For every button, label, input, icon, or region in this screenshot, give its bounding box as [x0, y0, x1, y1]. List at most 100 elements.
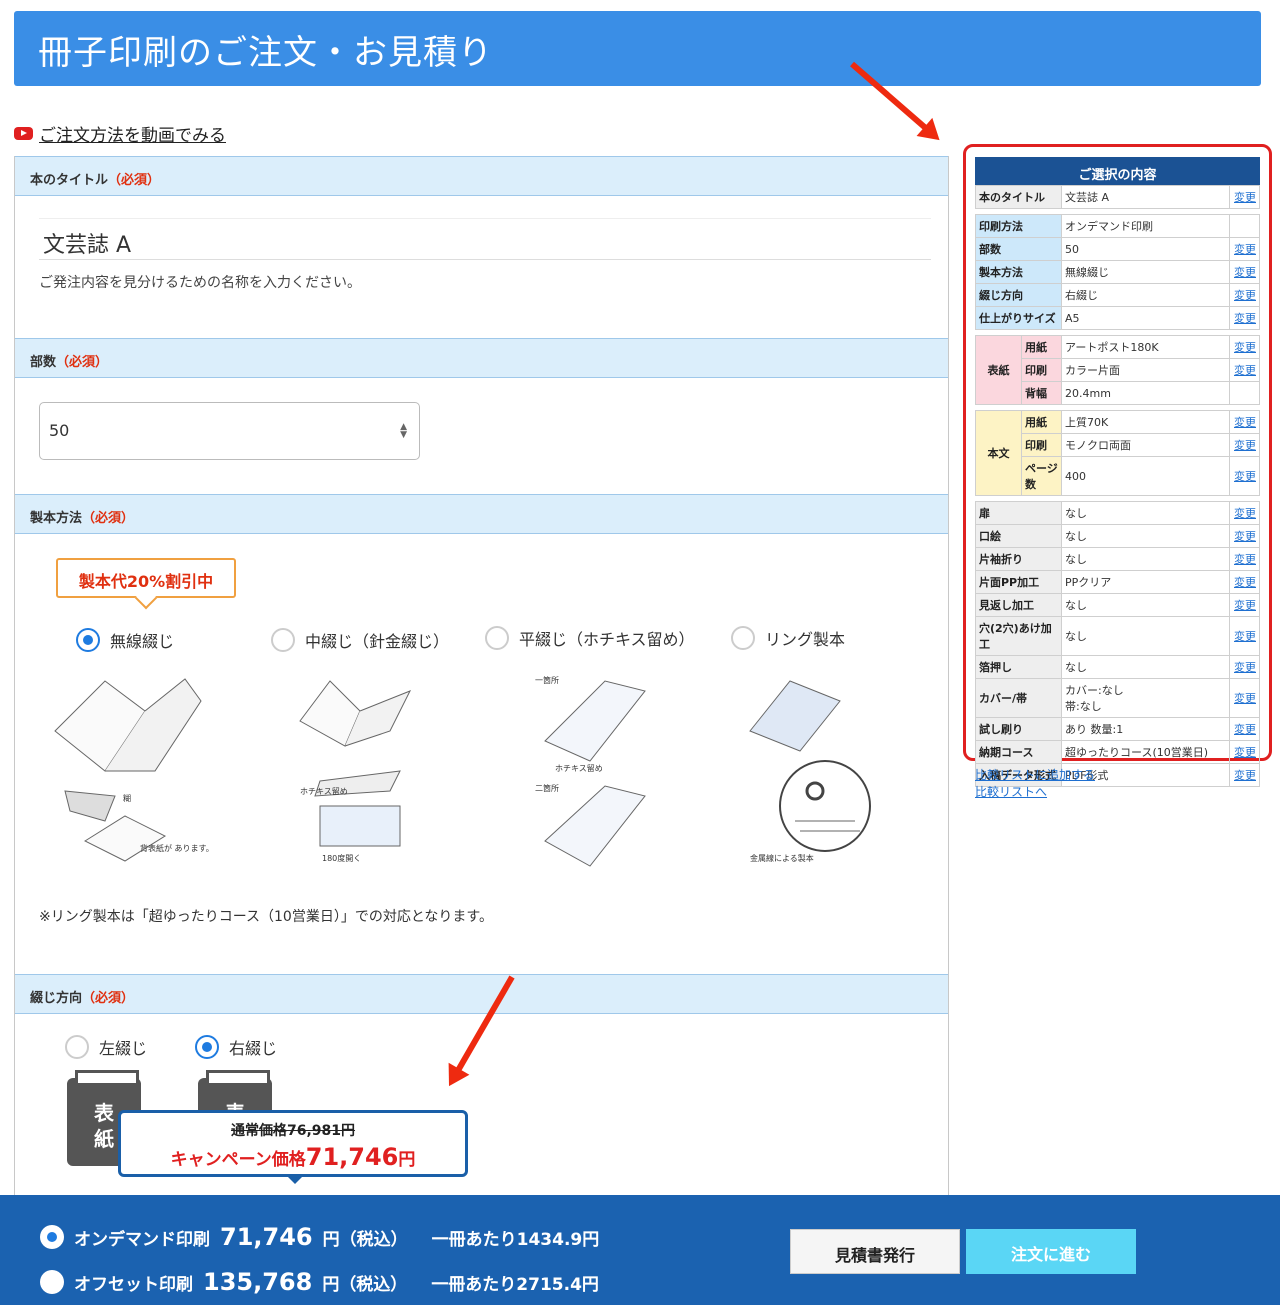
summary-row: 綴じ方向 右綴じ 変更 [975, 283, 1260, 307]
campaign-price: キャンペーン価格71,746円 [121, 1143, 465, 1171]
binding-option-saddle[interactable]: 中綴じ（針金綴じ） [271, 628, 449, 652]
campaign-price-popup: 通常価格76,981円 キャンペーン価格71,746円 [118, 1110, 468, 1184]
change-link[interactable]: 変更 [1229, 185, 1260, 209]
summary-value: 50 [1061, 237, 1230, 261]
offset-price-option[interactable]: オフセット印刷 135,768 円（税込） 一冊あたり2715.4円 [40, 1268, 599, 1296]
summary-group-key: 本文 [975, 410, 1022, 496]
change-link[interactable]: 変更 [1229, 306, 1260, 330]
price-value: 135,768 [203, 1268, 313, 1296]
ondemand-price-option[interactable]: オンデマンド印刷 71,746 円（税込） 一冊あたり1434.9円 [40, 1223, 599, 1251]
radio-icon[interactable] [731, 626, 755, 650]
binding-option-perfect[interactable]: 無線綴じ [76, 628, 174, 652]
quantity-stepper[interactable]: 50 ▲ ▼ [39, 402, 420, 460]
campaign-price-unit: 円 [398, 1150, 416, 1170]
estimate-button[interactable]: 見積書発行 [790, 1229, 960, 1274]
ring-binding-note: ※リング製本は「超ゆったりコース（10営業日）」での対応となります。 [39, 909, 494, 925]
change-link[interactable]: 変更 [1229, 547, 1260, 571]
summary-value: カラー片面 [1061, 358, 1230, 382]
change-link[interactable]: 変更 [1229, 260, 1260, 284]
change-link[interactable]: 変更 [1229, 456, 1260, 496]
change-link[interactable]: 変更 [1229, 501, 1260, 525]
change-link[interactable]: 変更 [1229, 740, 1260, 764]
change-link[interactable]: 変更 [1229, 358, 1260, 382]
binding-option-ring[interactable]: リング製本 [731, 626, 845, 650]
summary-value: あり 数量:1 [1061, 717, 1230, 741]
video-link-label: ご注文方法を動画でみる [39, 126, 226, 146]
summary-row: 表紙 用紙 アートポスト180K 変更 [975, 335, 1260, 405]
radio-icon[interactable] [485, 626, 509, 650]
summary-value: 超ゆったりコース(10営業日) [1061, 740, 1230, 764]
illus-caption: 二箇所 [535, 783, 559, 793]
summary-group-key: 表紙 [975, 335, 1022, 405]
empty-cell [1229, 381, 1260, 405]
section-label: 本のタイトル [30, 173, 109, 188]
order-button[interactable]: 注文に進む [966, 1229, 1136, 1274]
summary-key: 片袖折り [975, 547, 1062, 571]
change-link[interactable]: 変更 [1229, 763, 1260, 787]
book-cover-text: 表 紙 [94, 1101, 114, 1151]
radio-checked-icon[interactable] [76, 628, 100, 652]
summary-table: 本のタイトル 文芸誌 A 変更 印刷方法 オンデマンド印刷 部数 50 変更 製本方法 無線綴じ変… [975, 185, 1260, 787]
summary-subkey: 背幅 [1021, 381, 1062, 405]
page-header: 冊子印刷のご注文・お見積り [14, 11, 1261, 86]
side-staple-illustration: 一箇所 ホチキス留め 二箇所 [535, 675, 646, 867]
summary-key: 製本方法 [975, 260, 1062, 284]
radio-icon[interactable] [40, 1270, 64, 1294]
section-title-header: 本のタイトル（必須） [15, 156, 948, 196]
ring-binding-illustration: 金属線による製本 [749, 680, 871, 863]
summary-key: 仕上がりサイズ [975, 306, 1062, 330]
summary-value: 文芸誌 A [1061, 185, 1230, 209]
campaign-price-label: キャンペーン価格 [170, 1150, 306, 1170]
summary-key: 印刷方法 [975, 214, 1062, 238]
change-link[interactable]: 変更 [1229, 570, 1260, 594]
required-mark: （必須） [82, 511, 135, 526]
change-link[interactable]: 変更 [1229, 616, 1260, 656]
summary-key: 口絵 [975, 524, 1062, 548]
summary-row: 本のタイトル 文芸誌 A 変更 [975, 185, 1260, 209]
youtube-icon [14, 127, 33, 140]
illus-caption: 背表紙が あります。 [140, 843, 214, 853]
summary-value: なし [1061, 501, 1230, 525]
change-link[interactable]: 変更 [1229, 433, 1260, 457]
summary-row: 仕上がりサイズ A5 変更 [975, 306, 1260, 330]
direction-option-right[interactable]: 右綴じ [195, 1035, 277, 1059]
change-link[interactable]: 変更 [1229, 717, 1260, 741]
saddle-stitch-illustration: ホチキス留め 180度開く [299, 680, 412, 863]
change-link[interactable]: 変更 [1229, 237, 1260, 261]
selection-summary-panel: ご選択の内容 本のタイトル 文芸誌 A 変更 印刷方法 オンデマンド印刷 部数 50 変更 製本… [963, 144, 1272, 787]
section-label: 綴じ方向 [30, 991, 83, 1006]
radio-icon[interactable] [271, 628, 295, 652]
change-link[interactable]: 変更 [1229, 678, 1260, 718]
change-link[interactable]: 変更 [1229, 593, 1260, 617]
summary-row: 片面PP加工 PPクリア 変更 [975, 570, 1260, 594]
summary-value: なし [1061, 547, 1230, 571]
summary-key: 部数 [975, 237, 1062, 261]
section-label: 部数 [30, 355, 57, 370]
summary-key: 綴じ方向 [975, 283, 1062, 307]
radio-checked-icon[interactable] [40, 1225, 64, 1249]
stepper-arrows-icon[interactable]: ▲ ▼ [400, 423, 407, 440]
change-link[interactable]: 変更 [1229, 335, 1260, 359]
radio-label: 無線綴じ [110, 632, 175, 651]
summary-row: 部数 50 変更 [975, 237, 1260, 261]
summary-subkey: ページ数 [1021, 456, 1062, 496]
radio-label: リング製本 [765, 630, 846, 649]
price-unit: 円（税込） [322, 1229, 408, 1250]
summary-key: 見返し加工 [975, 593, 1062, 617]
page-title: 冊子印刷のご注文・お見積り [38, 33, 493, 73]
video-link[interactable]: ご注文方法を動画でみる [14, 121, 226, 146]
binding-option-side-staple[interactable]: 平綴じ（ホチキス留め） [485, 626, 695, 650]
radio-checked-icon[interactable] [195, 1035, 219, 1059]
go-to-compare-link[interactable]: 比較リストへ [975, 783, 1047, 800]
change-link[interactable]: 変更 [1229, 524, 1260, 548]
direction-option-left[interactable]: 左綴じ [65, 1035, 147, 1059]
change-link[interactable]: 変更 [1229, 655, 1260, 679]
summary-value: A5 [1061, 306, 1230, 330]
radio-label: 平綴じ（ホチキス留め） [519, 630, 695, 649]
book-title-input[interactable]: 文芸誌 A [39, 218, 931, 260]
add-to-compare-link[interactable]: 比較リストに追加する [975, 766, 1095, 783]
section-direction-header: 綴じ方向（必須） [15, 974, 948, 1014]
change-link[interactable]: 変更 [1229, 410, 1260, 434]
radio-icon[interactable] [65, 1035, 89, 1059]
change-link[interactable]: 変更 [1229, 283, 1260, 307]
